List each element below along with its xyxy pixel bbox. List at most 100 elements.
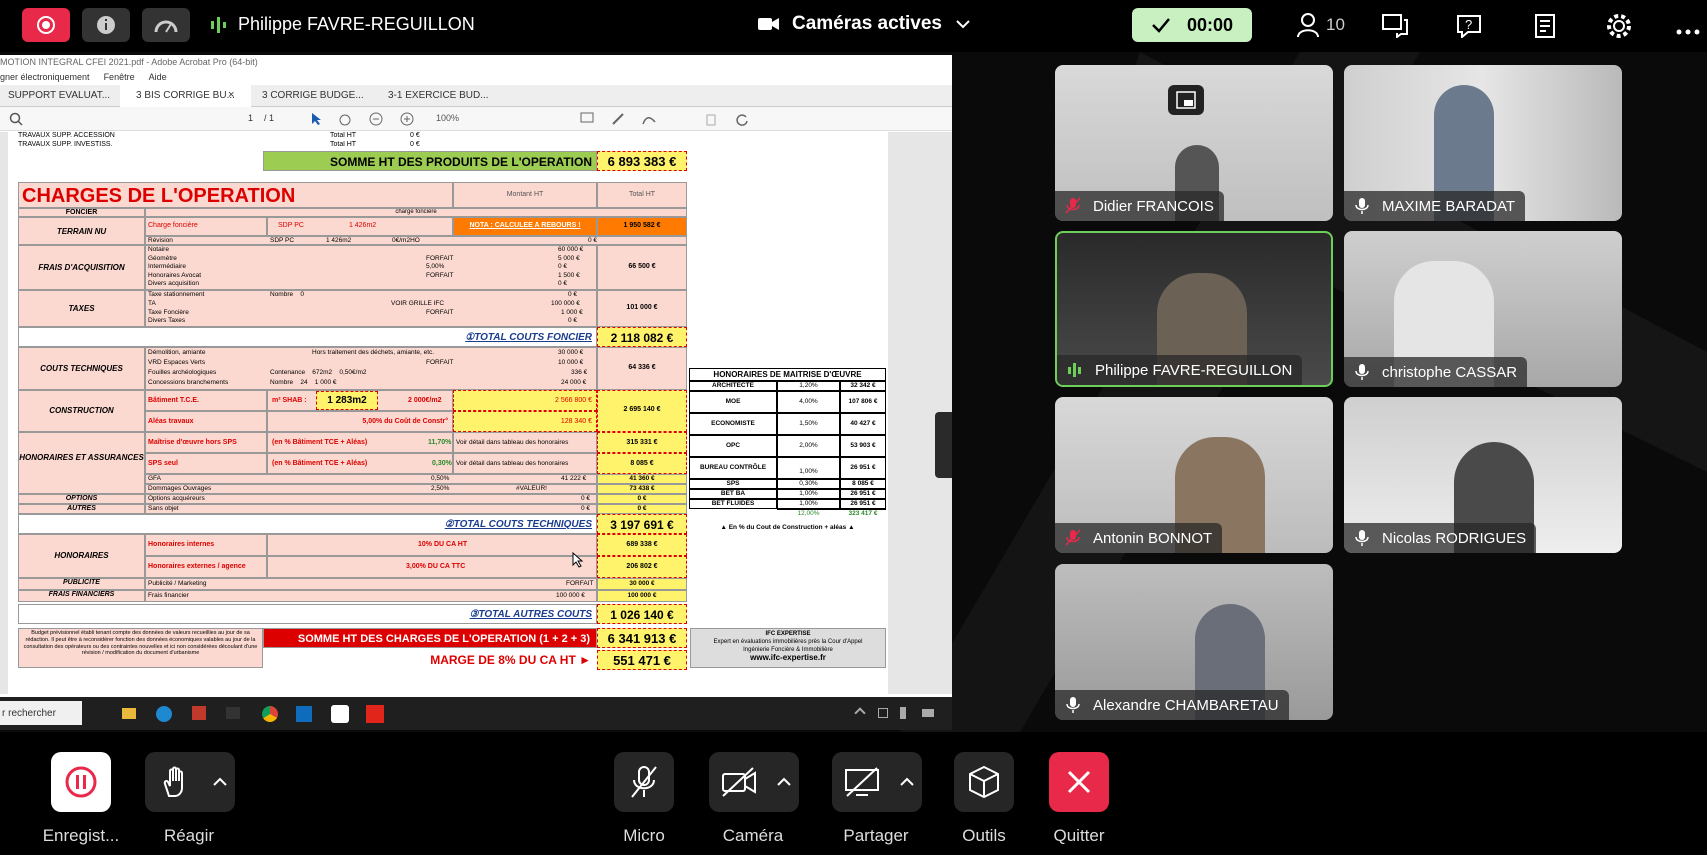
pdf-tab[interactable]: SUPPORT EVALUAT... [8, 90, 110, 101]
hono-ext-total: 206 802 € [597, 556, 687, 578]
frais-row: Divers acquisition 0 € [148, 280, 568, 287]
participants-count: 10 [1326, 15, 1345, 34]
screen-share[interactable]: MOTION INTEGRAL CFEI 2021.pdf - Adobe Ac… [0, 55, 952, 730]
aleas-value: 128 340 € [453, 411, 597, 432]
share-button[interactable] [832, 752, 892, 812]
participant-tile[interactable]: christophe CASSAR [1344, 231, 1622, 387]
ff-total: 100 000 € [597, 590, 687, 602]
pdf-tab[interactable]: 3-1 EXERCICE BUD... [388, 90, 489, 101]
svg-text:?: ? [1465, 17, 1472, 32]
app-icon[interactable] [226, 707, 240, 719]
hono-table-row: OPC 2,00% 53 903 € [689, 435, 886, 457]
ifc-block: IFC EXPERTISE Expert en évaluations immo… [690, 628, 886, 668]
unpin-button[interactable] [1168, 85, 1204, 115]
participant-name-tag: Alexandre CHAMBARETAU [1055, 690, 1289, 720]
couts-techniques: COUTS TECHNIQUES [18, 347, 145, 390]
participants-button[interactable]: 10 [1296, 12, 1345, 38]
acrobat-icon[interactable] [366, 705, 384, 723]
total-tech-value: 3 197 691 € [597, 514, 687, 534]
react-button[interactable] [145, 752, 205, 812]
zoom-level[interactable]: 100% [436, 113, 459, 123]
chrome-icon[interactable] [262, 706, 278, 722]
page-number-field[interactable]: 1 [248, 113, 253, 123]
tray-icon [878, 708, 888, 718]
performance-button[interactable] [142, 8, 190, 42]
total-autres-label: ③TOTAL AUTRES COUTS [18, 604, 597, 624]
honoraires-assurances: HONORAIRES ET ASSURANCES [18, 432, 145, 494]
menu-item[interactable]: Fenêtre [104, 72, 135, 82]
zoom-in-icon[interactable] [400, 112, 414, 126]
voir-detail: Voir détail dans tableau des honoraires [453, 453, 597, 474]
sdp-row: SDP PC 1 426m2 [267, 217, 453, 236]
frais-row: Notaire 60 000 € [148, 246, 584, 253]
marge-value: 551 471 € [597, 650, 687, 670]
app-icon[interactable] [192, 706, 206, 720]
participant-tile[interactable]: MAXIME BARADAT [1344, 65, 1622, 221]
delete-icon[interactable] [704, 112, 718, 126]
moe-hors-sps: Maîtrise d'œuvre hors SPS [145, 432, 267, 453]
chevron-down-icon [956, 20, 970, 29]
pointer-icon[interactable] [310, 112, 322, 126]
taskbar-search[interactable]: r rechercher [0, 701, 82, 725]
rotate-icon[interactable] [735, 112, 749, 126]
hono-table-row: BET FLUIDES 1,00% 26 951 € [689, 499, 886, 509]
pdf-tab[interactable]: 3 CORRIGE BUDGE... [262, 90, 364, 101]
mic-button[interactable] [614, 752, 674, 812]
tools-button[interactable] [954, 752, 1014, 812]
disclaimer: Budget prévisionnel établi tenant compte… [18, 628, 263, 668]
ct-row: Concessions branchements Nombre 24 1 000 … [148, 379, 587, 386]
options-row: Options acquéreurs 0 € [145, 494, 597, 504]
moe-pct-row: (en % Bâtiment TCE + Aléas) 11,70% [267, 432, 453, 453]
comment-icon[interactable] [580, 112, 594, 126]
quit-button[interactable] [1049, 752, 1109, 812]
quit-label: Quitter [1053, 826, 1105, 845]
aleas-label: Aléas travaux [145, 411, 267, 432]
camera-button[interactable] [709, 752, 769, 812]
camera-filter-dropdown[interactable]: Caméras actives [758, 13, 970, 35]
ct-row: Fouilles archéologiques Contenance 672m2 … [148, 369, 588, 376]
hand-icon[interactable] [338, 112, 352, 126]
ff-row: Frais financier 100 000 € [145, 590, 597, 602]
search-icon[interactable] [9, 112, 23, 126]
help-button[interactable]: ? [1456, 14, 1482, 43]
close-icon[interactable]: × [228, 89, 234, 101]
menu-item[interactable]: gner électroniquement [0, 72, 90, 82]
panel-toggle[interactable] [935, 412, 952, 478]
more-button[interactable] [1676, 22, 1700, 40]
react-options-button[interactable] [205, 752, 235, 812]
hono-note: ▲ En % du Cout de Construction + aléas ▲ [720, 524, 855, 531]
timer-badge[interactable]: 00:00 [1132, 8, 1252, 42]
hono-int-total: 689 338 € [597, 534, 687, 556]
audio-level-icon [211, 16, 226, 33]
pen-icon[interactable] [611, 112, 625, 126]
participant-tile[interactable]: Didier FRANCOIS [1055, 65, 1333, 221]
camera-options-button[interactable] [769, 752, 799, 812]
chat-button[interactable] [1382, 14, 1408, 43]
hono-int-mid: 10% DU CA HT [267, 534, 597, 556]
share-options-button[interactable] [892, 752, 922, 812]
ct-total: 64 336 € [597, 347, 687, 390]
folder-icon[interactable] [122, 708, 136, 719]
record-indicator[interactable] [22, 8, 70, 42]
info-button[interactable] [82, 8, 130, 42]
menu-item[interactable]: Aide [149, 72, 167, 82]
zoom-out-icon[interactable] [369, 112, 383, 126]
participant-tile[interactable]: Nicolas RODRIGUES [1344, 397, 1622, 553]
participant-tile[interactable]: Alexandre CHAMBARETAU [1055, 564, 1333, 720]
participant-name-tag: MAXIME BARADAT [1344, 191, 1526, 221]
hono-table-row: 12,00% 323 417 € [689, 509, 886, 518]
taxes-items: Taxe stationnement Nombre 00 € TA VOIR GRI… [145, 290, 597, 327]
participant-tile-speaking[interactable]: Philippe FAVRE-REGUILLON [1055, 231, 1333, 387]
settings-button[interactable] [1606, 13, 1632, 44]
ct-row: VRD Espaces Verts FORFAIT 10 000 € [148, 359, 584, 366]
edge-icon[interactable] [156, 706, 172, 722]
participant-tile[interactable]: Antonin BONNOT [1055, 397, 1333, 553]
record-button[interactable] [51, 752, 111, 812]
budget-sheet: TRAVAUX SUPP. ACCESSION Total HT 0 € TRAVA… [18, 132, 886, 692]
chevron-up-icon [777, 777, 791, 786]
somme-produits-value: 6 893 383 € [597, 151, 687, 171]
outlook-icon[interactable] [296, 706, 312, 722]
whiteboard-button[interactable] [1532, 13, 1556, 44]
sign-icon[interactable] [642, 112, 656, 126]
google-icon[interactable] [331, 705, 349, 723]
